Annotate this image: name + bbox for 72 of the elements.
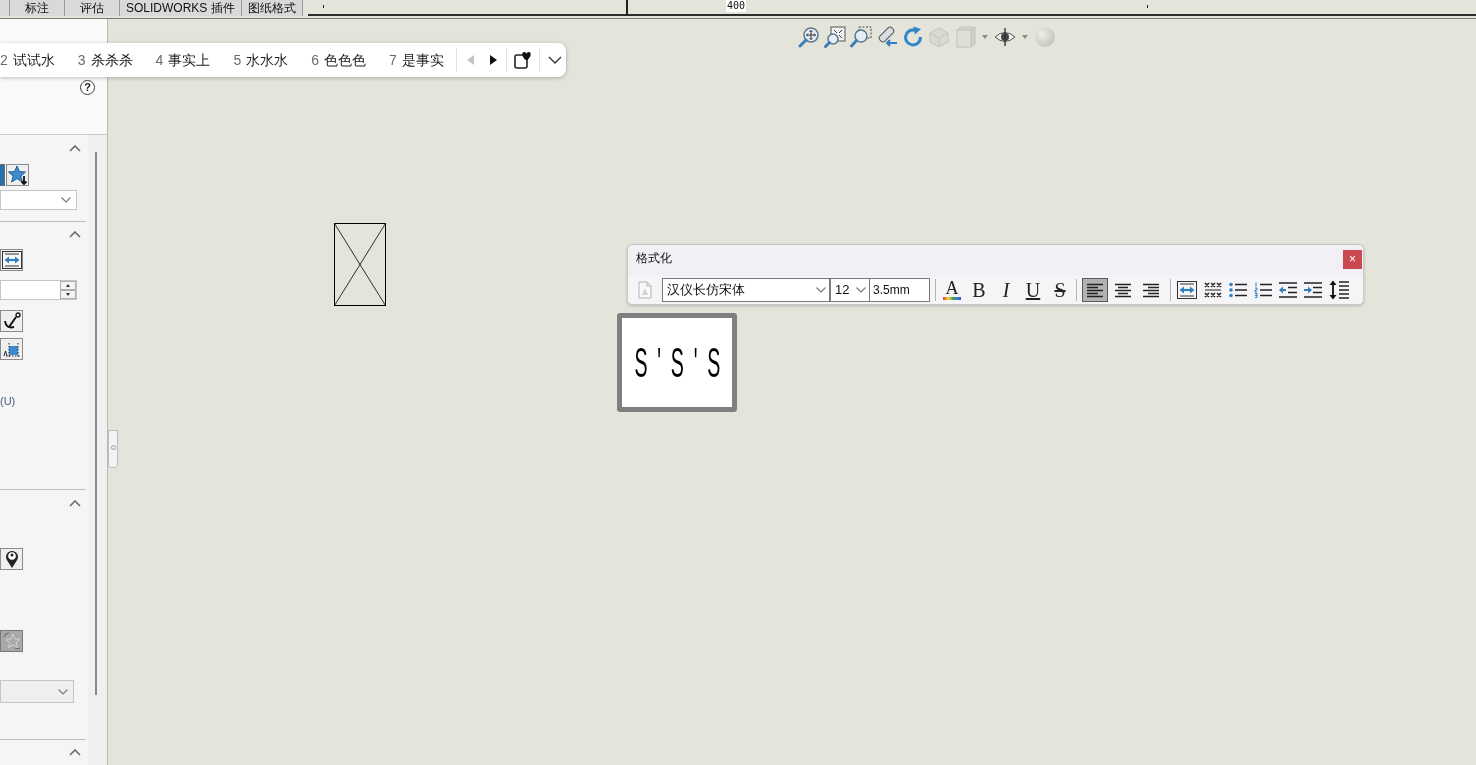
scrollbar[interactable] [95,152,97,695]
anchor-icon [2,312,21,330]
align-left-icon [1086,282,1104,298]
command-tab[interactable]: 图纸格式 [241,0,303,16]
rainbow-bar-icon [943,297,961,300]
eye-icon[interactable] [994,26,1016,48]
spin-arrows-icon[interactable] [60,281,76,299]
ruler-tick [1147,5,1148,8]
chevron-down-icon [61,197,71,203]
note-text: S'S'S [633,341,730,384]
double-arrow-frame-icon[interactable] [1177,281,1197,299]
context-tab[interactable]: 2 试试水 [0,47,55,73]
italic-button[interactable]: I [995,278,1017,302]
height-field[interactable]: 3.5mm [870,278,930,302]
line-spacing-icon[interactable] [1329,280,1349,300]
tool-button[interactable] [0,548,23,570]
note-box[interactable]: S'S'S [617,313,737,412]
number-field[interactable] [0,280,77,300]
star-arrow-icon [8,165,27,185]
magnifier-dashed-box-icon[interactable] [850,26,872,48]
help-button[interactable]: ? [80,80,95,95]
chevron-up-icon[interactable] [69,144,81,152]
grip-dot-icon [110,445,116,450]
align-button[interactable] [1082,278,1108,302]
splitter-handle[interactable] [108,430,118,468]
font-color-button[interactable]: A [941,278,963,302]
tool-button[interactable] [0,310,23,332]
chevron-up-icon[interactable] [69,748,81,756]
magnifier-arrows-icon[interactable] [798,26,820,48]
circular-arrow-icon[interactable] [902,26,924,48]
align-center-icon [1114,282,1132,298]
x-grid-icon[interactable] [1204,282,1222,298]
bold-button[interactable]: B [968,278,990,302]
numbered-list-icon[interactable] [1254,282,1272,298]
option-label: (U) [0,394,16,408]
indent-icon[interactable] [1304,282,1322,298]
grid-square-icon [2,340,21,358]
ruler-tick [323,5,324,8]
context-tab[interactable]: 7 是事实 [389,47,444,73]
chevron-up-icon[interactable] [69,499,81,507]
star-arrows-icon [2,632,21,650]
tool-button[interactable] [0,338,23,360]
bullet-list-icon[interactable] [1229,282,1247,298]
chevron-down-icon [58,688,68,695]
context-tab[interactable]: 6 色色色 [311,47,366,73]
command-tab[interactable]: 评估 [65,0,120,16]
size-dropdown[interactable]: 12 [830,278,870,302]
caret-down-icon[interactable] [1022,35,1028,39]
map-pin-icon [4,549,19,569]
font-dropdown[interactable]: 汉仪长仿宋体 [662,278,830,302]
context-tab[interactable]: 3 杀杀杀 [77,47,133,73]
outdent-icon[interactable] [1279,282,1297,298]
align-right-icon [1142,282,1160,298]
strikethrough-button[interactable]: S [1049,278,1071,302]
dialog-title: 格式化 [636,251,672,266]
command-tab[interactable]: 标注 [10,0,65,16]
close-button[interactable]: × [1343,250,1362,269]
chevron-down-icon [856,287,866,293]
right-triangle-icon[interactable] [489,55,497,65]
command-tab[interactable]: SOLIDWORKS 插件 [120,0,242,16]
tool-button[interactable] [0,249,23,271]
magnifier-frame-icon[interactable] [824,26,846,48]
underline-button[interactable]: U [1022,278,1044,302]
chevron-down-icon[interactable] [547,56,562,64]
context-tab[interactable]: 5 水水水 [233,47,289,73]
capsule-arrow-icon[interactable] [876,26,898,48]
heart-document-icon[interactable] [513,51,532,69]
chevron-up-icon[interactable] [69,230,81,238]
tool-button[interactable] [6,164,29,186]
chevron-down-icon [816,287,826,293]
context-tab[interactable]: 4 事实上 [155,47,211,73]
ruler-label: 400 [726,0,747,12]
